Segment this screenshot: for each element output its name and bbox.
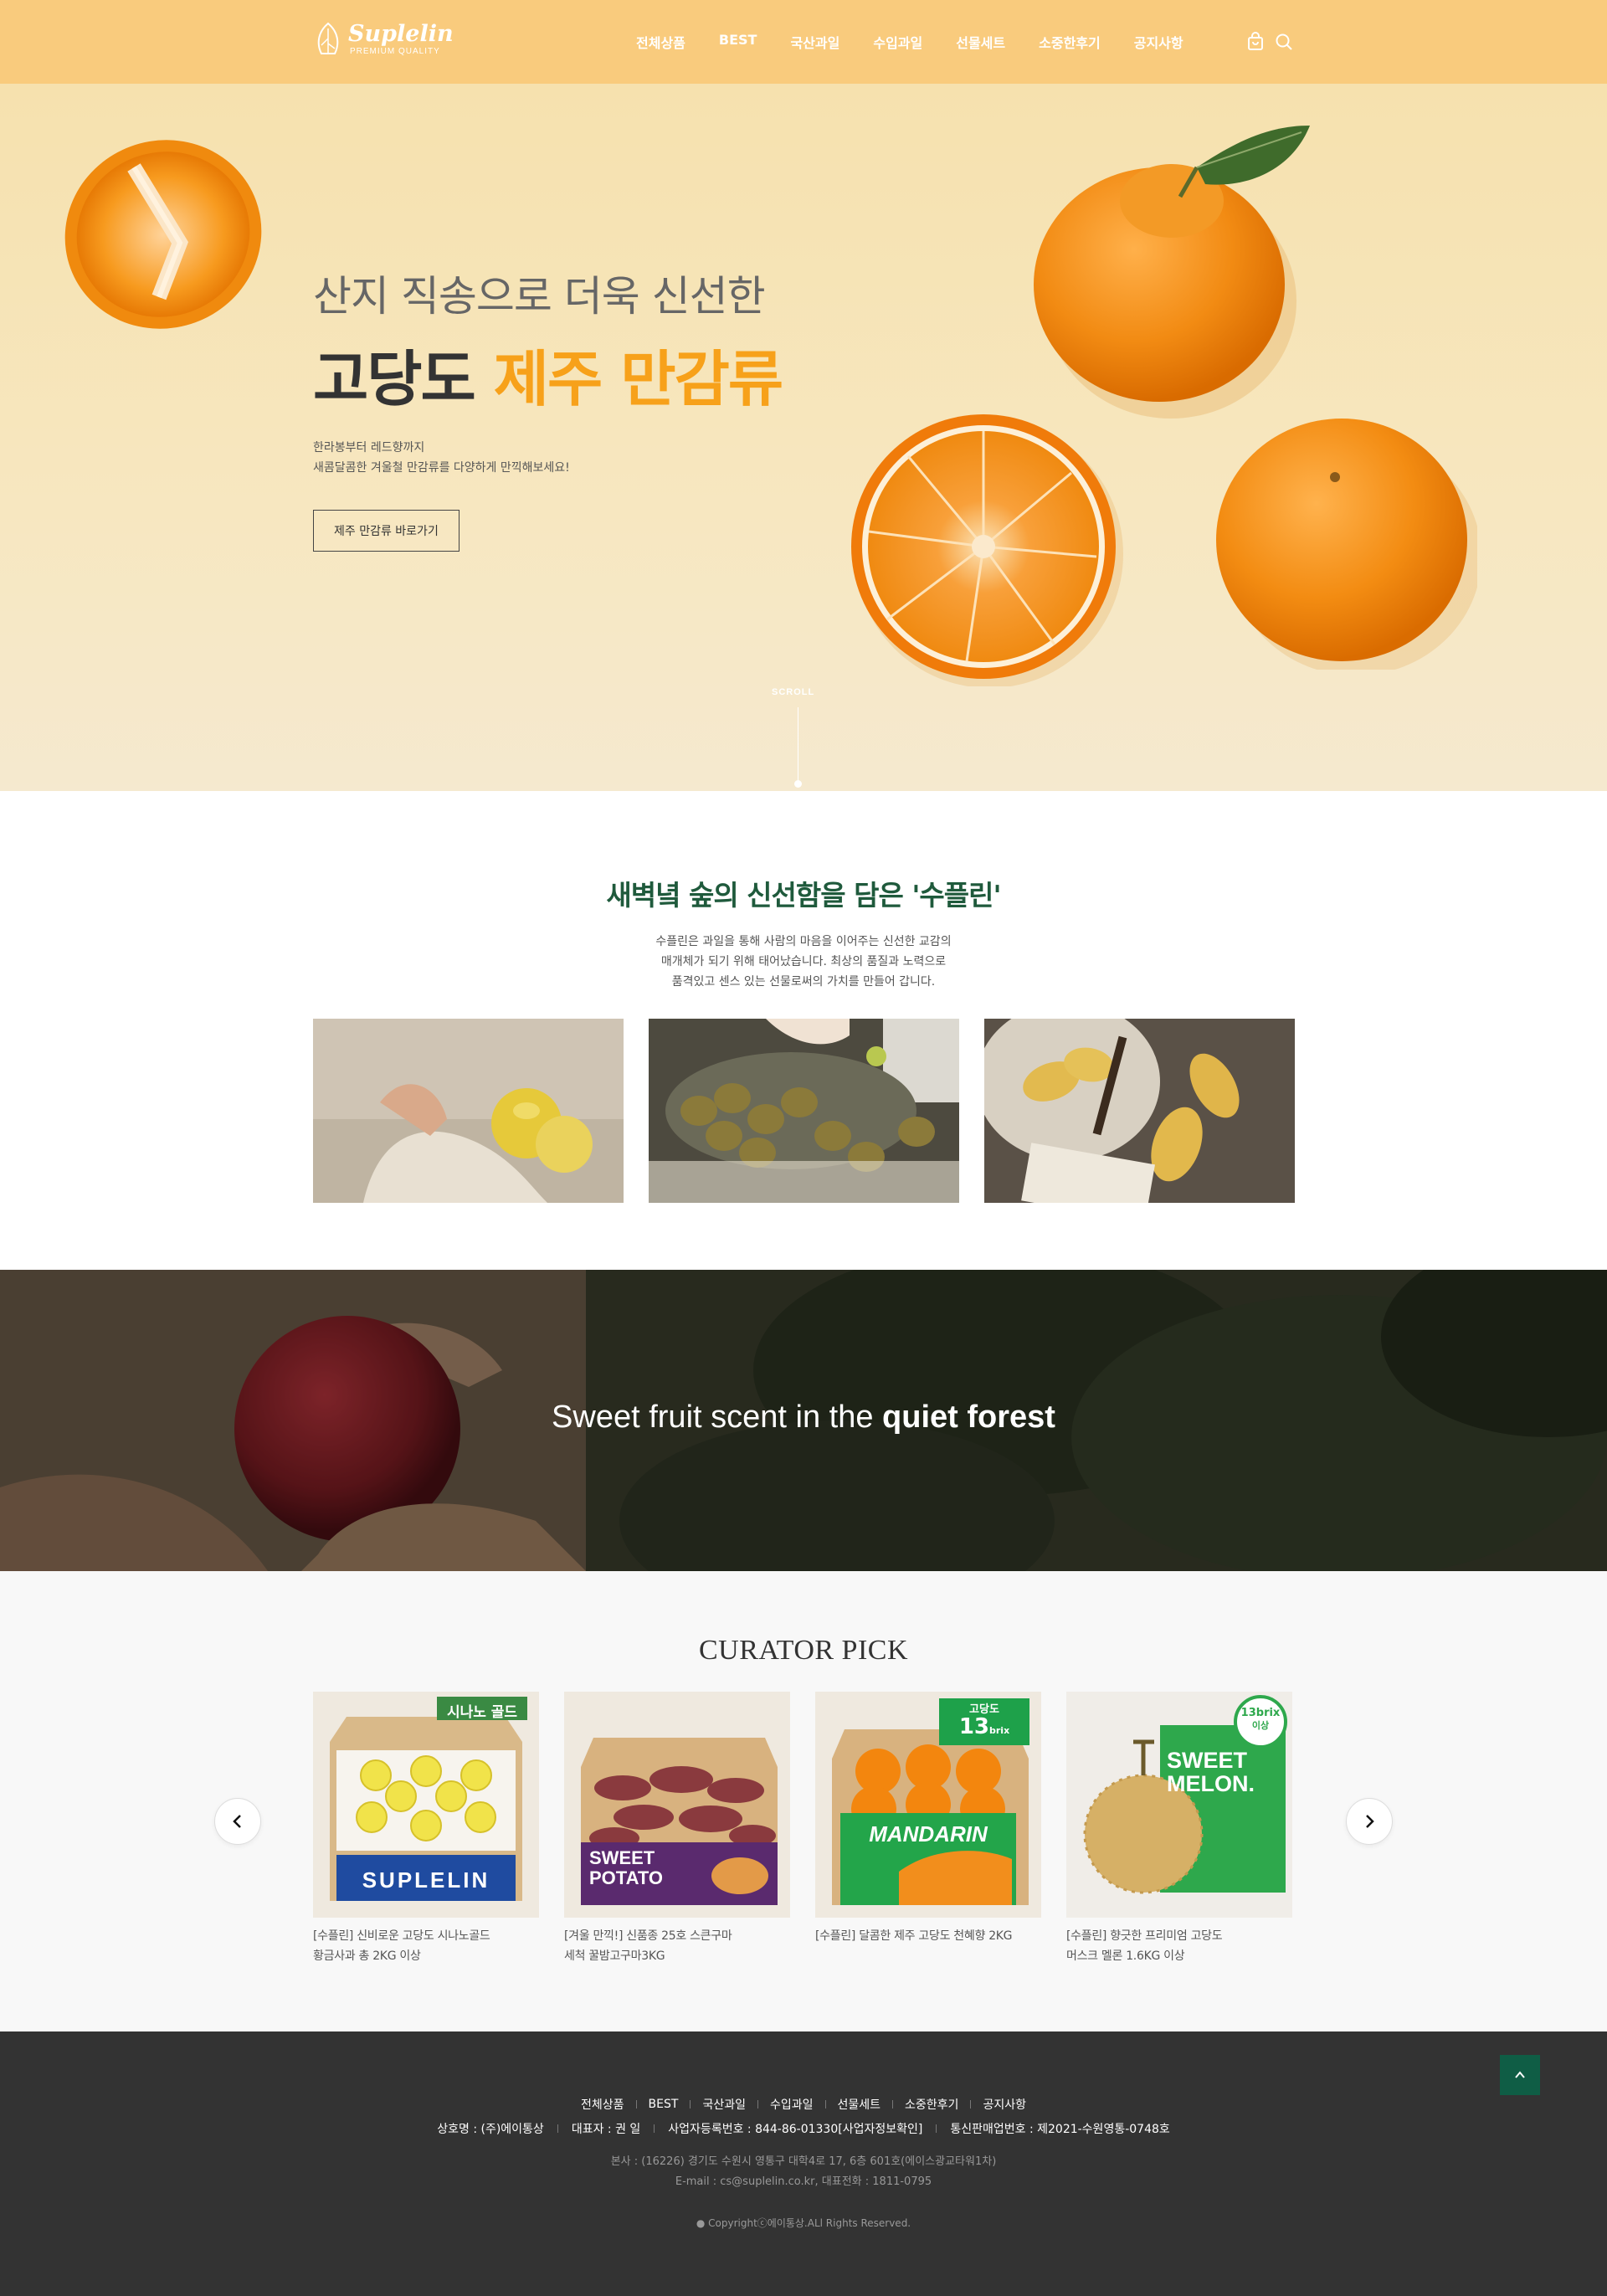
about-image-mangoes bbox=[984, 1019, 1295, 1203]
carousel-next-button[interactable] bbox=[1346, 1798, 1393, 1845]
footer-company-info: 상호명 : (주)에이통상 대표자 : 권 일 사업자등록번호 : 844-86… bbox=[0, 2120, 1607, 2137]
shopping-bag-icon[interactable] bbox=[1245, 32, 1266, 52]
product-box-label: MANDARIN bbox=[869, 1821, 988, 1847]
chevron-up-icon bbox=[1515, 2071, 1525, 2078]
hero-headline: 산지 직송으로 더욱 신선한 bbox=[313, 272, 766, 321]
hero-cta-button[interactable]: 제주 만감류 바로가기 bbox=[313, 510, 460, 552]
footer-nav: 전체상품 BEST 국산과일 수입과일 선물세트 소중한후기 공지사항 bbox=[0, 2096, 1607, 2113]
scroll-dot[interactable] bbox=[794, 780, 802, 788]
footer-copyright: ● Copyrightⓒ에이통상.ALl Rights Reserved. bbox=[696, 2217, 911, 2229]
nav-reviews[interactable]: 소중한후기 bbox=[1039, 32, 1101, 52]
main-nav: 전체상품 BEST 국산과일 수입과일 선물세트 소중한후기 공지사항 bbox=[636, 32, 1183, 52]
product-name[interactable]: [수플린] 신비로운 고당도 시나노골드 황금사과 총 2KG 이상 bbox=[313, 1926, 539, 1966]
nav-all-products[interactable]: 전체상품 bbox=[636, 32, 685, 52]
hero-title: 고당도 제주 만감류 bbox=[313, 344, 783, 414]
about-section: 새벽녘 숲의 신선함을 담은 '수플린' 수플린은 과일을 통해 사람의 마음을… bbox=[0, 791, 1607, 1270]
footer-address: 본사 : (16226) 경기도 수원시 영통구 대학4로 17, 6층 601… bbox=[610, 2155, 997, 2188]
about-title: 새벽녘 숲의 신선함을 담은 '수플린' bbox=[606, 879, 1001, 912]
logo-leaf-icon bbox=[317, 22, 339, 54]
dekopon-image bbox=[1034, 126, 1310, 419]
product-card[interactable]: 고당도 13brix MANDARIN [수플린] 달콤한 제주 고당도 천혜향… bbox=[815, 1692, 1041, 1966]
product-image[interactable]: SWEET POTATO bbox=[564, 1692, 790, 1918]
product-badge: 13brix 이상 bbox=[1240, 1707, 1281, 1731]
product-badge: 시나노 골드 bbox=[446, 1704, 518, 1721]
nav-notice[interactable]: 공지사항 bbox=[1134, 32, 1183, 52]
product-card[interactable]: SWEET POTATO [겨울 만끽!] 신품종 25호 스큰구마 세척 꿀밤… bbox=[564, 1692, 790, 1966]
product-card[interactable]: 13brix 이상 SWEET MELON. [수플린] 향긋한 프리미엄 고당… bbox=[1066, 1692, 1292, 1966]
about-image-kiwis bbox=[649, 1019, 959, 1203]
scroll-to-top-button[interactable] bbox=[1500, 2055, 1540, 2095]
logo-tagline: PREMIUM QUALITY bbox=[350, 47, 440, 56]
product-name[interactable]: [수플린] 향긋한 프리미엄 고당도 머스크 멜론 1.6KG 이상 bbox=[1066, 1926, 1292, 1966]
footer-nav-imported-fruit[interactable]: 수입과일 bbox=[770, 2096, 814, 2113]
footer-nav-reviews[interactable]: 소중한후기 bbox=[905, 2096, 958, 2113]
product-box-label: SUPLELIN bbox=[362, 1867, 490, 1893]
product-name[interactable]: [겨울 만끽!] 신품종 25호 스큰구마 세척 꿀밤고구마3KG bbox=[564, 1926, 790, 1966]
curator-title: CURATOR PICK bbox=[698, 1635, 909, 1666]
nav-best[interactable]: BEST bbox=[719, 32, 757, 52]
logo[interactable]: Suplelin PREMIUM QUALITY bbox=[313, 20, 454, 59]
half-mandarin-image bbox=[64, 140, 262, 329]
curator-pick-section: CURATOR PICK 시나노 골드 SUPLELIN [수플린] 신비로운 … bbox=[0, 1571, 1607, 2031]
nav-gift-set[interactable]: 선물세트 bbox=[956, 32, 1005, 52]
footer-nav-best[interactable]: BEST bbox=[649, 2098, 679, 2111]
logo-name: Suplelin bbox=[348, 21, 454, 47]
whole-orange-image bbox=[1216, 419, 1477, 670]
footer-nav-domestic-fruit[interactable]: 국산과일 bbox=[702, 2096, 746, 2113]
product-badge: 고당도 13brix bbox=[958, 1703, 1010, 1739]
chevron-left-icon bbox=[233, 1815, 241, 1828]
footer-nav-gift-set[interactable]: 선물세트 bbox=[838, 2096, 881, 2113]
sliced-orange-image bbox=[851, 414, 1123, 686]
product-image[interactable]: 시나노 골드 SUPLELIN bbox=[313, 1692, 539, 1918]
banner-text: Sweet fruit scent in the quiet forest bbox=[552, 1400, 1055, 1435]
hero-title-accent: 제주 만감류 bbox=[493, 344, 783, 414]
site-header: Suplelin PREMIUM QUALITY 전체상품 BEST 국산과일 … bbox=[0, 0, 1607, 84]
about-image-apples bbox=[313, 1019, 624, 1203]
product-card[interactable]: 시나노 골드 SUPLELIN [수플린] 신비로운 고당도 시나노골드 황금사… bbox=[313, 1692, 539, 1966]
hero-description: 한라봉부터 레드향까지 새콤달콤한 겨울철 만감류를 다양하게 만끽해보세요! bbox=[313, 441, 570, 475]
product-name[interactable]: [수플린] 달콤한 제주 고당도 천혜향 2KG bbox=[815, 1926, 1041, 1946]
forest-banner: Sweet fruit scent in the quiet forest bbox=[0, 1270, 1607, 1571]
nav-domestic-fruit[interactable]: 국산과일 bbox=[790, 32, 839, 52]
product-image[interactable]: 고당도 13brix MANDARIN bbox=[815, 1692, 1041, 1918]
scroll-label: SCROLL bbox=[772, 687, 815, 697]
footer-company-name: 상호명 : (주)에이통상 bbox=[437, 2123, 544, 2136]
site-footer: 전체상품 BEST 국산과일 수입과일 선물세트 소중한후기 공지사항 상호명 … bbox=[0, 2031, 1607, 2296]
footer-mail-order-number: 통신판매업번호 : 제2021-수원영통-0748호 bbox=[950, 2123, 1170, 2136]
search-icon[interactable] bbox=[1274, 32, 1294, 52]
about-description: 수플린은 과일을 통해 사람의 마음을 이어주는 신선한 교감의 매개체가 되기… bbox=[655, 935, 952, 989]
hero-section: 산지 직송으로 더욱 신선한 고당도 제주 만감류 한라봉부터 레드향까지 새콤… bbox=[0, 84, 1607, 791]
footer-nav-all-products[interactable]: 전체상품 bbox=[581, 2096, 624, 2113]
product-box-label: SWEET MELON. bbox=[1167, 1748, 1255, 1796]
product-box-label: SWEET POTATO bbox=[589, 1847, 663, 1888]
chevron-right-icon bbox=[1366, 1815, 1374, 1828]
footer-business-number[interactable]: 사업자등록번호 : 844-86-01330[사업자정보확인] bbox=[668, 2120, 922, 2137]
footer-ceo: 대표자 : 권 일 bbox=[571, 2123, 641, 2136]
product-image[interactable]: 13brix 이상 SWEET MELON. bbox=[1066, 1692, 1292, 1918]
nav-imported-fruit[interactable]: 수입과일 bbox=[873, 32, 922, 52]
footer-nav-notice[interactable]: 공지사항 bbox=[983, 2096, 1026, 2113]
carousel-prev-button[interactable] bbox=[214, 1798, 261, 1845]
